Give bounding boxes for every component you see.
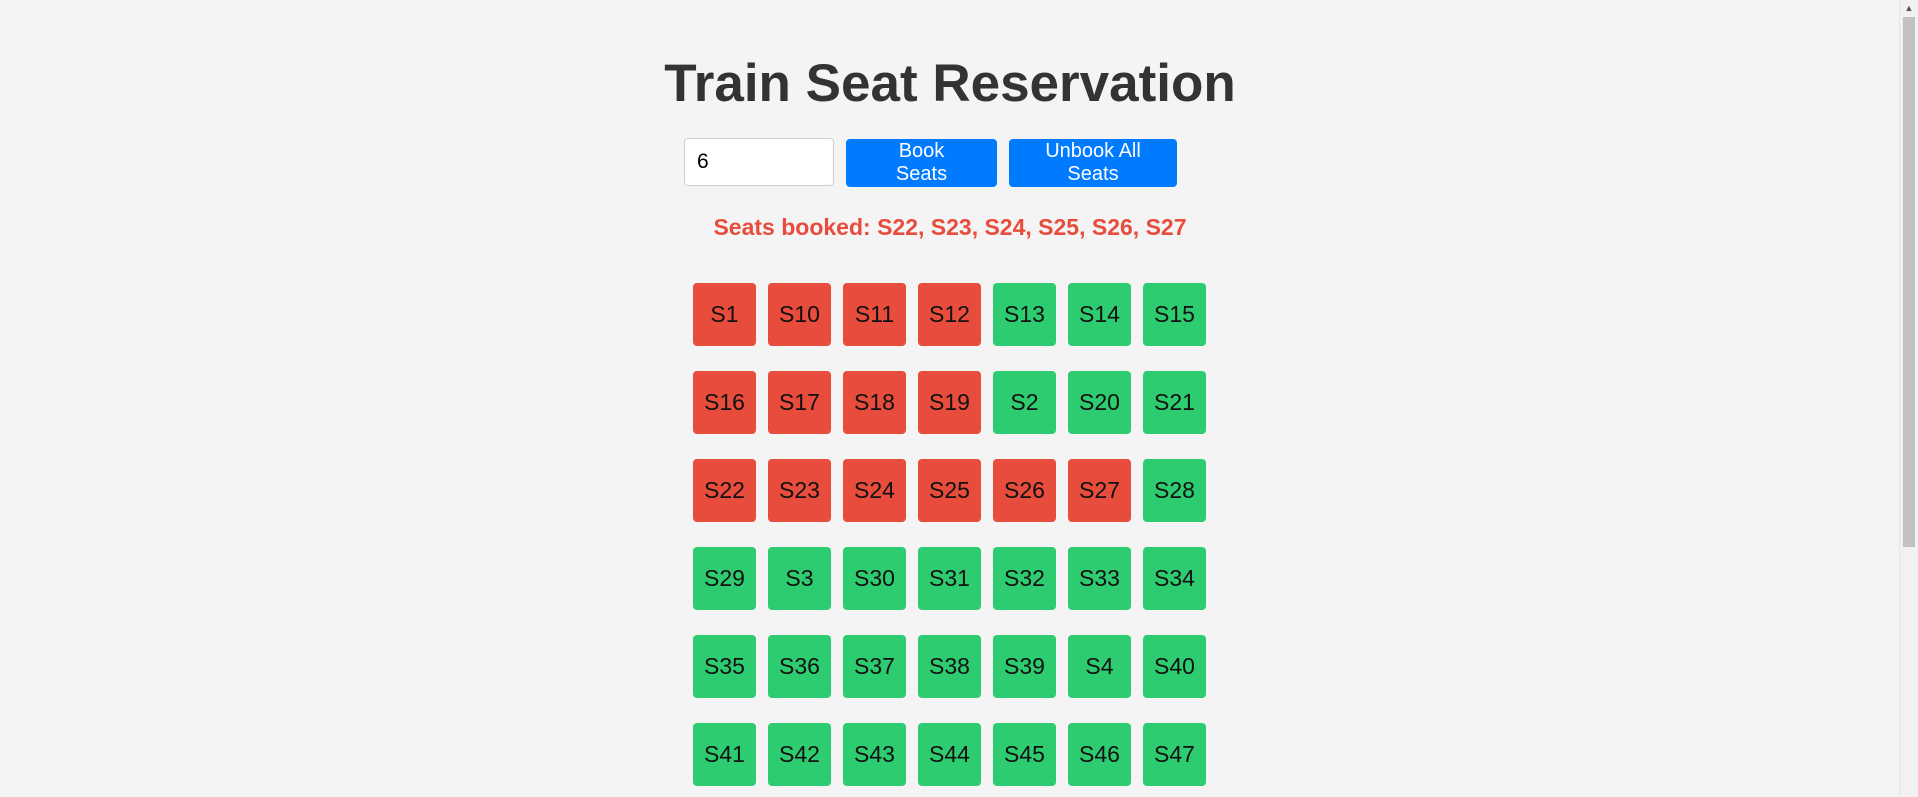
book-seats-button[interactable]: Book Seats bbox=[846, 139, 997, 187]
seat-s30[interactable]: S30 bbox=[843, 547, 906, 610]
seat-s20[interactable]: S20 bbox=[1068, 371, 1131, 434]
seat-s17[interactable]: S17 bbox=[768, 371, 831, 434]
seat-count-input[interactable] bbox=[684, 138, 834, 186]
seat-s44[interactable]: S44 bbox=[918, 723, 981, 786]
seat-s11[interactable]: S11 bbox=[843, 283, 906, 346]
seat-s39[interactable]: S39 bbox=[993, 635, 1056, 698]
scrollbar-thumb[interactable] bbox=[1903, 17, 1915, 547]
booking-status-message: Seats booked: S22, S23, S24, S25, S26, S… bbox=[713, 214, 1187, 240]
seat-s31[interactable]: S31 bbox=[918, 547, 981, 610]
seat-s47[interactable]: S47 bbox=[1143, 723, 1206, 786]
seat-s36[interactable]: S36 bbox=[768, 635, 831, 698]
vertical-scrollbar[interactable]: ▲ bbox=[1899, 0, 1918, 797]
seat-s22[interactable]: S22 bbox=[693, 459, 756, 522]
seat-s37[interactable]: S37 bbox=[843, 635, 906, 698]
seat-s40[interactable]: S40 bbox=[1143, 635, 1206, 698]
seat-s46[interactable]: S46 bbox=[1068, 723, 1131, 786]
seat-s38[interactable]: S38 bbox=[918, 635, 981, 698]
seat-s3[interactable]: S3 bbox=[768, 547, 831, 610]
seat-s32[interactable]: S32 bbox=[993, 547, 1056, 610]
seat-s43[interactable]: S43 bbox=[843, 723, 906, 786]
seat-s28[interactable]: S28 bbox=[1143, 459, 1206, 522]
booking-controls: Book Seats Unbook All Seats bbox=[684, 138, 1177, 188]
unbook-all-seats-button[interactable]: Unbook All Seats bbox=[1009, 139, 1177, 187]
seat-s42[interactable]: S42 bbox=[768, 723, 831, 786]
seat-s16[interactable]: S16 bbox=[693, 371, 756, 434]
seat-s33[interactable]: S33 bbox=[1068, 547, 1131, 610]
seat-s19[interactable]: S19 bbox=[918, 371, 981, 434]
seat-s27[interactable]: S27 bbox=[1068, 459, 1131, 522]
seat-s14[interactable]: S14 bbox=[1068, 283, 1131, 346]
page-title: Train Seat Reservation bbox=[664, 54, 1236, 113]
seat-s26[interactable]: S26 bbox=[993, 459, 1056, 522]
seat-grid: S1 S10 S11 S12 S13 S14 S15 S16 S17 S18 S19 S2 S20 S21… bbox=[693, 283, 1206, 786]
seat-s25[interactable]: S25 bbox=[918, 459, 981, 522]
seat-s1[interactable]: S1 bbox=[693, 283, 756, 346]
page: Train Seat Reservation Book Seats Unbook… bbox=[0, 0, 1918, 797]
seat-s35[interactable]: S35 bbox=[693, 635, 756, 698]
seat-s45[interactable]: S45 bbox=[993, 723, 1056, 786]
seat-s4[interactable]: S4 bbox=[1068, 635, 1131, 698]
seat-s41[interactable]: S41 bbox=[693, 723, 756, 786]
seat-s21[interactable]: S21 bbox=[1143, 371, 1206, 434]
seat-s12[interactable]: S12 bbox=[918, 283, 981, 346]
seat-s23[interactable]: S23 bbox=[768, 459, 831, 522]
seat-s2[interactable]: S2 bbox=[993, 371, 1056, 434]
seat-s10[interactable]: S10 bbox=[768, 283, 831, 346]
seat-s15[interactable]: S15 bbox=[1143, 283, 1206, 346]
scroll-up-arrow-icon[interactable]: ▲ bbox=[1900, 0, 1918, 16]
seat-s24[interactable]: S24 bbox=[843, 459, 906, 522]
seat-s29[interactable]: S29 bbox=[693, 547, 756, 610]
seat-s18[interactable]: S18 bbox=[843, 371, 906, 434]
seat-s13[interactable]: S13 bbox=[993, 283, 1056, 346]
seat-s34[interactable]: S34 bbox=[1143, 547, 1206, 610]
